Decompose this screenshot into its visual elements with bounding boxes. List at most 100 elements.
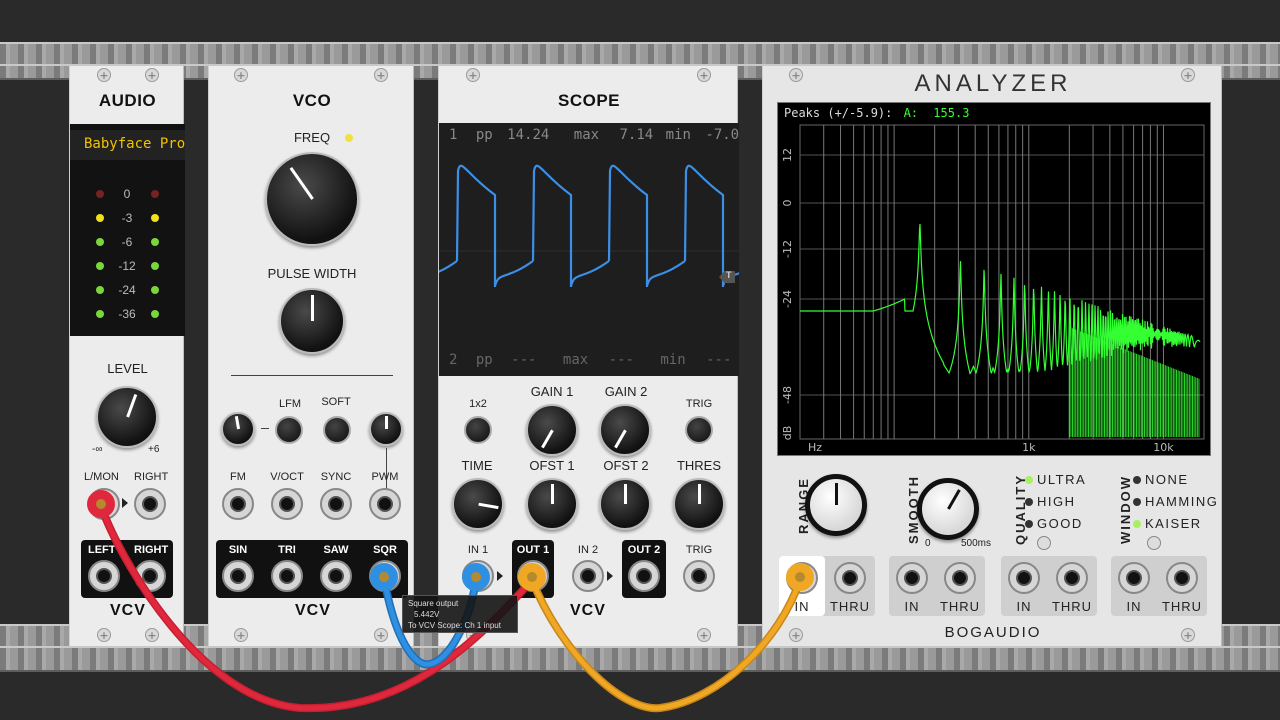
left-out-label: LEFT <box>88 544 116 556</box>
scope-waveform <box>439 164 739 287</box>
ch1-readout: 1 pp 14.24 max 7.14 min -7.09 <box>449 127 739 143</box>
sin-output-jack[interactable] <box>222 560 254 592</box>
screw-icon: + <box>697 628 711 642</box>
thru-label: THRU <box>829 599 871 614</box>
level-min-label: -∞ <box>92 444 103 455</box>
spectrum-display: Peaks (+/-5.9): A: 155.3 12 0 -12 -24 -48 dB H… <box>777 102 1211 456</box>
range-knob[interactable] <box>805 474 867 536</box>
port-tooltip: Square output 5.442V To VCV Scope: Ch 1 … <box>402 595 518 633</box>
window-button[interactable] <box>1147 536 1161 550</box>
pwm-knob[interactable] <box>369 412 403 446</box>
module-title: ANALYZER <box>914 70 1072 97</box>
arrow-icon <box>607 571 613 581</box>
out2-output-jack[interactable] <box>628 560 660 592</box>
trig-input-jack[interactable] <box>683 560 715 592</box>
trig-button[interactable] <box>685 416 713 444</box>
right-input-jack[interactable] <box>134 488 166 520</box>
device-select[interactable]: Babyface Pro <box>70 130 185 160</box>
smooth-min-label: 0 <box>925 538 931 549</box>
level-max-label: +6 <box>148 444 160 455</box>
meter-led-right <box>151 238 159 246</box>
vcv-logo: VCV <box>110 602 146 619</box>
audio-module: + + AUDIO Babyface Pro LEVEL -∞ +6 L/MON… <box>69 66 185 646</box>
arrow-icon <box>122 498 128 508</box>
level-knob[interactable] <box>96 386 158 448</box>
trig-input-label: TRIG <box>685 544 713 556</box>
freq-knob[interactable] <box>265 152 359 246</box>
quality-option-label[interactable]: ULTRA <box>1037 472 1086 487</box>
ofst2-knob[interactable] <box>599 478 651 530</box>
x-tick-label: Hz <box>808 441 822 454</box>
cable-plug-blue[interactable] <box>370 563 398 591</box>
rack-rail-bottom-outer <box>0 646 1280 672</box>
analyzer-thru-jack[interactable] <box>1166 562 1198 594</box>
pwm-input-jack[interactable] <box>369 488 401 520</box>
quality-button[interactable] <box>1037 536 1051 550</box>
thru-label: THRU <box>939 599 981 614</box>
analyzer-in-jack[interactable] <box>1008 562 1040 594</box>
smooth-knob[interactable] <box>917 478 979 540</box>
level-label: LEVEL <box>107 361 148 376</box>
thres-label: THRES <box>676 458 722 473</box>
analyzer-thru-jack[interactable] <box>944 562 976 594</box>
ofst1-knob[interactable] <box>526 478 578 530</box>
thres-knob[interactable] <box>673 478 725 530</box>
meter-led-right <box>151 190 159 198</box>
module-title: SCOPE <box>557 91 621 110</box>
gain1-knob[interactable] <box>526 404 578 456</box>
quality-option-label[interactable]: HIGH <box>1037 494 1076 509</box>
cable-plug-blue[interactable] <box>462 563 490 591</box>
cable-plug-yellow[interactable] <box>518 563 546 591</box>
fm-input-jack[interactable] <box>222 488 254 520</box>
cable-plug-red[interactable] <box>87 490 115 518</box>
gain2-knob[interactable] <box>599 404 651 456</box>
analyzer-in-jack[interactable] <box>1118 562 1150 594</box>
analyzer-in-jack[interactable] <box>896 562 928 594</box>
in-label: IN <box>794 599 810 614</box>
screw-icon: + <box>97 68 111 82</box>
vco-output-label: SAW <box>323 544 349 556</box>
device-name: Babyface Pro <box>84 136 185 152</box>
meter-led-right <box>151 214 159 222</box>
saw-output-jack[interactable] <box>320 560 352 592</box>
soft-button[interactable] <box>323 416 351 444</box>
tri-output-jack[interactable] <box>271 560 303 592</box>
window-option-label[interactable]: HAMMING <box>1145 494 1218 509</box>
screw-icon: + <box>466 68 480 82</box>
bogaudio-logo: BOGAUDIO <box>944 624 1042 641</box>
cable-plug-yellow[interactable] <box>786 563 814 591</box>
smooth-max-label: 500ms <box>961 538 992 549</box>
pulse-width-knob[interactable] <box>279 288 345 354</box>
window-option-label[interactable]: NONE <box>1145 472 1189 487</box>
vco-input-label: PWM <box>371 471 399 483</box>
meter-led-left <box>96 262 104 270</box>
window-led <box>1133 520 1141 528</box>
voct-input-jack[interactable] <box>271 488 303 520</box>
x12-button[interactable] <box>464 416 492 444</box>
fm-knob[interactable] <box>221 412 255 446</box>
right-output-jack[interactable] <box>134 560 166 592</box>
meter-led-left <box>96 238 104 246</box>
screw-icon: + <box>374 68 388 82</box>
in-label: IN <box>1016 599 1032 614</box>
fm-link-line <box>261 428 269 429</box>
meter-db-label: -12 <box>118 259 136 273</box>
in2-input-jack[interactable] <box>572 560 604 592</box>
y-tick-label: -12 <box>781 240 794 258</box>
gain2-label: GAIN 2 <box>604 384 648 399</box>
time-label: TIME <box>461 458 493 473</box>
lfm-button[interactable] <box>275 416 303 444</box>
analyzer-thru-jack[interactable] <box>1056 562 1088 594</box>
screw-icon: + <box>234 628 248 642</box>
ch2-readout: 2 pp --- max --- min --- <box>449 352 732 368</box>
sync-input-jack[interactable] <box>320 488 352 520</box>
ofst2-label: OFST 2 <box>603 458 649 473</box>
quality-option-label[interactable]: GOOD <box>1037 516 1083 531</box>
screw-icon: + <box>234 68 248 82</box>
meter-db-label: -24 <box>118 283 136 297</box>
left-output-jack[interactable] <box>88 560 120 592</box>
analyzer-thru-jack[interactable] <box>834 562 866 594</box>
time-knob[interactable] <box>452 478 504 530</box>
window-option-label[interactable]: KAISER <box>1145 516 1202 531</box>
gain1-label: GAIN 1 <box>530 384 574 399</box>
